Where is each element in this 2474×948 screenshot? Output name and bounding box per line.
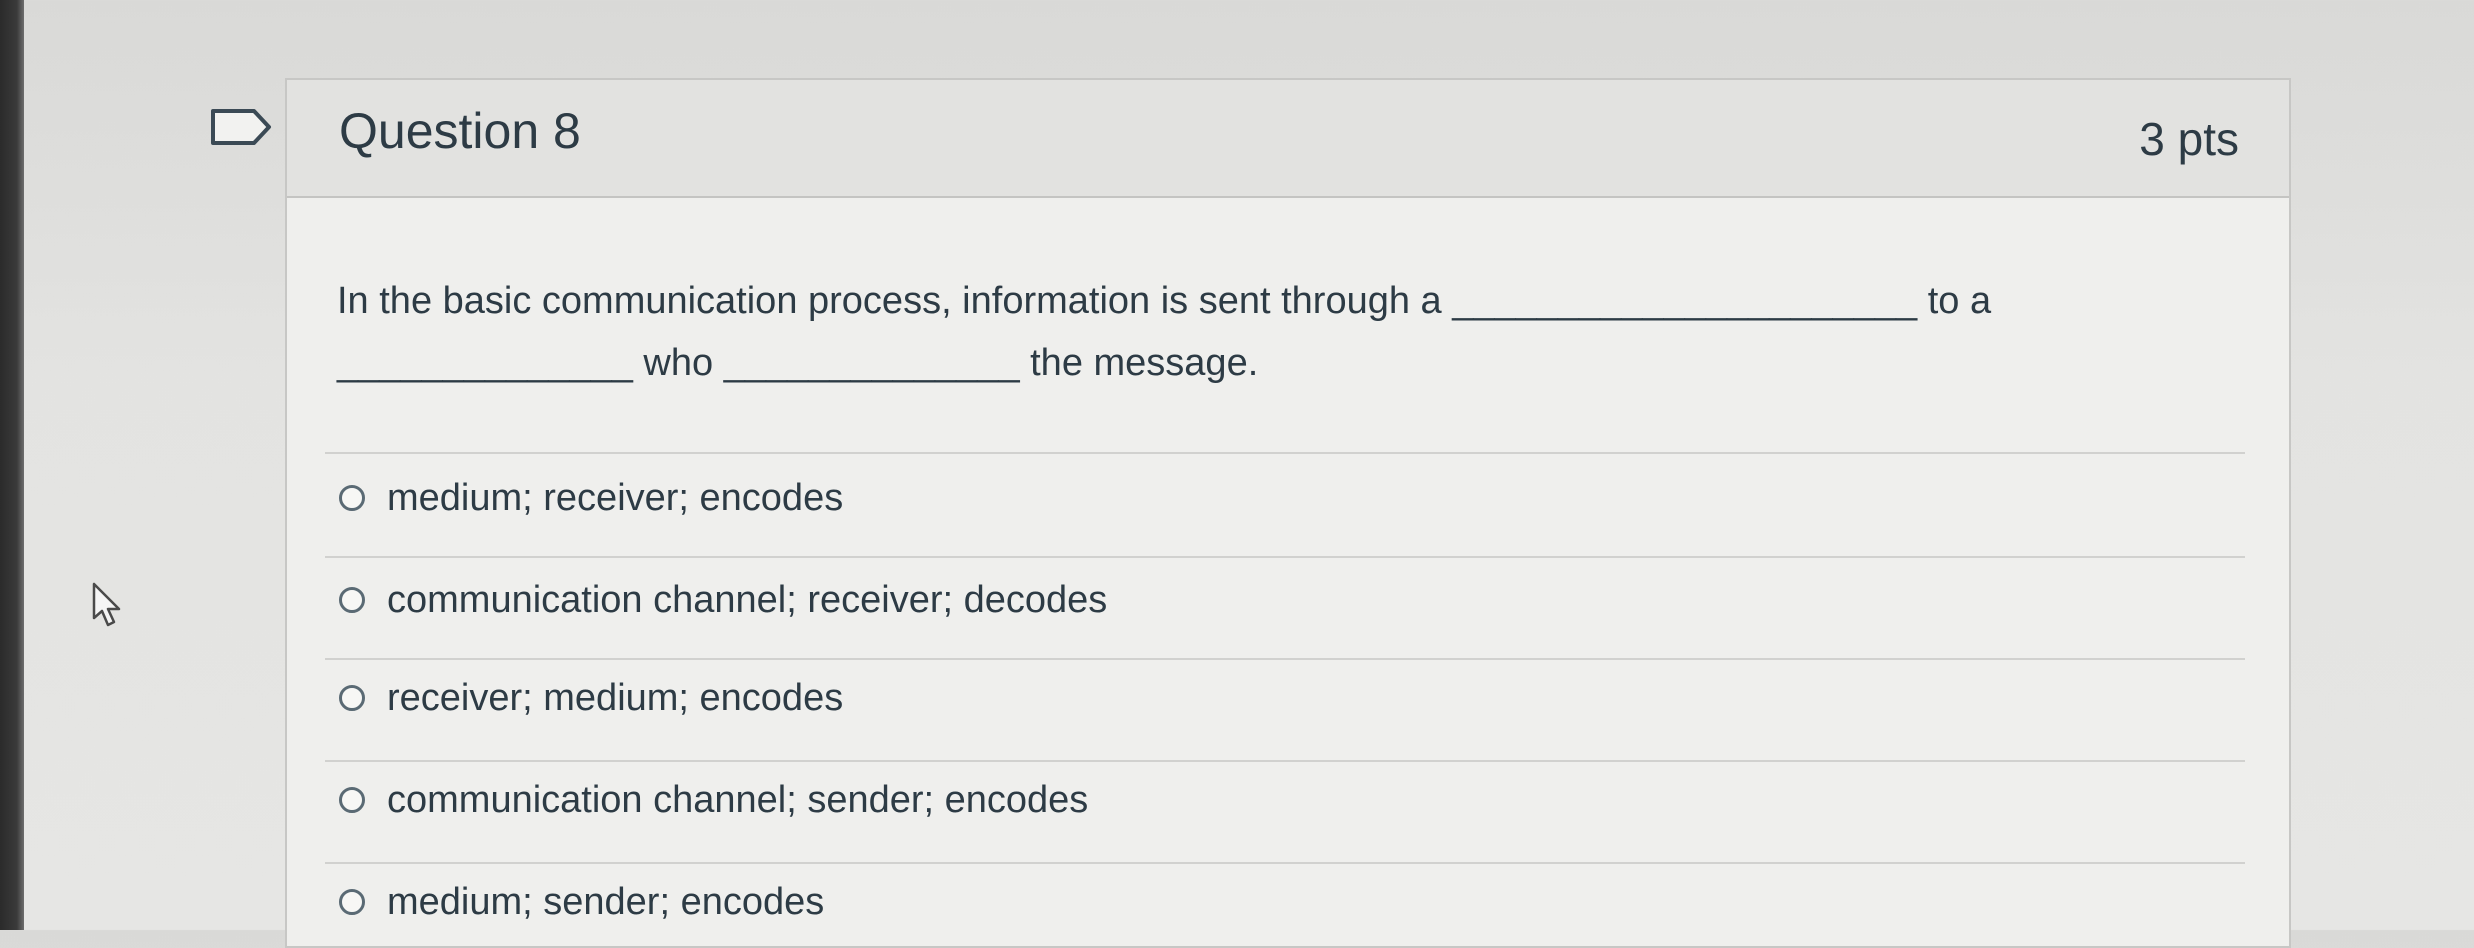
question-text-line-2: ______________ who ______________ the me… <box>337 342 1259 384</box>
answer-label: communication channel; receiver; decodes <box>387 578 1108 621</box>
flag-question-icon[interactable] <box>210 108 272 146</box>
question-points: 3 pts <box>2139 113 2239 165</box>
answer-label: receiver; medium; encodes <box>387 676 844 719</box>
question-title: Question 8 <box>339 103 581 159</box>
radio-button[interactable] <box>339 787 365 813</box>
answer-option-4[interactable]: communication channel; sender; encodes <box>339 772 1088 828</box>
question-header: Question 8 3 pts <box>287 80 2289 198</box>
radio-button[interactable] <box>339 889 365 915</box>
answer-divider <box>325 862 2245 864</box>
answer-divider <box>325 452 2245 454</box>
radio-button[interactable] <box>339 587 365 613</box>
answer-label: communication channel; sender; encodes <box>387 778 1089 821</box>
question-text-line-1: In the basic communication process, info… <box>337 280 1992 322</box>
radio-button[interactable] <box>339 685 365 711</box>
answer-option-1[interactable]: medium; receiver; encodes <box>339 470 843 526</box>
answer-divider <box>325 760 2245 762</box>
answer-option-2[interactable]: communication channel; receiver; decodes <box>339 572 1107 628</box>
answer-option-5[interactable]: medium; sender; encodes <box>339 874 824 930</box>
answer-divider <box>325 658 2245 660</box>
question-text: In the basic communication process, info… <box>337 270 2097 394</box>
answer-label: medium; receiver; encodes <box>387 476 844 519</box>
question-card: Question 8 3 pts In the basic communicat… <box>285 78 2291 948</box>
screen-edge <box>0 0 24 930</box>
answer-label: medium; sender; encodes <box>387 880 825 923</box>
answer-option-3[interactable]: receiver; medium; encodes <box>339 670 843 726</box>
mouse-pointer-icon <box>92 582 121 627</box>
radio-button[interactable] <box>339 485 365 511</box>
answer-divider <box>325 556 2245 558</box>
